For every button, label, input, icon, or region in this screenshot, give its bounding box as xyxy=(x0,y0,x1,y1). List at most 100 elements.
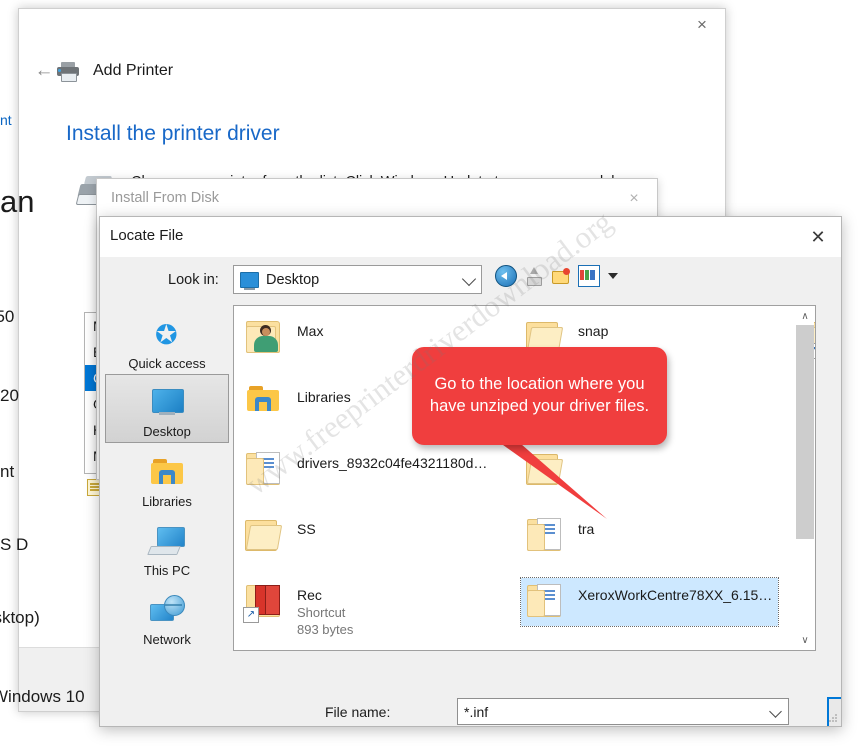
file-item-text: SS xyxy=(297,515,316,537)
back-icon[interactable] xyxy=(495,265,517,287)
file-item-hitbox[interactable]: ↗ Rec Shortcut 893 bytes xyxy=(240,578,359,640)
file-item-hitbox[interactable]: tra xyxy=(521,512,600,560)
pc-icon xyxy=(147,525,187,559)
file-list-item[interactable] xyxy=(515,442,796,508)
places-bar: ✪ Quick access Desktop Libraries This PC Netw… xyxy=(105,305,229,649)
file-item-name: drivers_8932c04fe4321180d… xyxy=(297,455,488,471)
file-item-hitbox[interactable]: drivers_8932c04fe4321180d… xyxy=(240,446,493,494)
place-item-libraries[interactable]: Libraries xyxy=(105,443,229,512)
folder-icon xyxy=(243,515,289,557)
file-item-name: tra xyxy=(578,521,595,537)
file-item-name: XeroxWorkCentre78XX_6.15… xyxy=(578,587,773,603)
folder-doc-icon xyxy=(524,581,570,623)
folder-icon xyxy=(524,449,570,491)
printer-icon xyxy=(57,62,79,82)
dialog-title: Locate File xyxy=(110,227,184,244)
clipped-text-fragment: S D xyxy=(0,535,29,554)
place-item-label: This PC xyxy=(143,563,191,578)
close-icon[interactable]: × xyxy=(679,9,725,41)
look-in-value: Desktop xyxy=(266,271,320,288)
file-item-text: tra xyxy=(578,515,594,537)
file-item-name: Libraries xyxy=(297,389,351,405)
file-item-name: SS xyxy=(297,521,316,537)
close-icon[interactable]: ✕ xyxy=(795,217,841,257)
chevron-down-icon[interactable] xyxy=(769,705,782,718)
file-item-text: Rec Shortcut 893 bytes xyxy=(297,581,353,637)
file-list-item[interactable]: XeroxWorkCentre78XX_6.15… xyxy=(515,574,796,640)
clipped-text-fragment: an xyxy=(0,184,35,219)
desktop-monitor-icon xyxy=(240,271,259,290)
file-item-hitbox[interactable]: SS xyxy=(240,512,322,560)
scrollbar-thumb[interactable] xyxy=(796,325,814,539)
library-icon xyxy=(243,383,289,425)
file-item-size: 893 bytes xyxy=(297,622,354,637)
file-item-text: snap xyxy=(578,317,608,339)
clipped-text-fragment: Windows 10 xyxy=(0,687,85,706)
back-arrow-icon[interactable]: ← xyxy=(31,58,57,84)
add-printer-title: Add Printer xyxy=(93,62,174,79)
file-name-input[interactable]: *.inf xyxy=(457,698,789,725)
clipped-text-fragment: esktop) xyxy=(0,608,40,627)
page-title: Install the printer driver xyxy=(66,122,280,145)
file-item-hitbox[interactable]: Libraries xyxy=(240,380,357,428)
monitor-icon xyxy=(147,386,187,420)
chevron-down-icon[interactable] xyxy=(461,271,477,287)
chevron-down-icon[interactable] xyxy=(608,273,618,279)
look-in-combobox[interactable]: Desktop xyxy=(233,265,482,294)
file-item-hitbox[interactable] xyxy=(521,446,584,494)
scroll-down-arrow-icon[interactable]: ∨ xyxy=(796,631,814,649)
up-folder-icon[interactable] xyxy=(524,266,544,286)
place-item-desktop[interactable]: Desktop xyxy=(105,374,229,443)
install-from-disk-title: Install From Disk xyxy=(111,190,219,206)
look-in-label: Look in: xyxy=(168,272,219,288)
locate-file-dialog: Locate File ✕ Look in: Desktop ✪ Quick ac… xyxy=(99,216,842,727)
clipped-text-fragment: nt xyxy=(0,462,15,481)
file-name-value: *.inf xyxy=(464,703,489,720)
film-icon: ↗ xyxy=(243,581,289,623)
file-item-name: Rec xyxy=(297,587,322,603)
file-item-text: drivers_8932c04fe4321180d… xyxy=(297,449,487,471)
place-item-label: Quick access xyxy=(128,356,206,371)
close-icon[interactable]: × xyxy=(611,179,657,219)
file-item-type: Shortcut xyxy=(297,605,346,620)
place-item-network[interactable]: Network xyxy=(105,581,229,650)
file-list-item[interactable]: ↗ Rec Shortcut 893 bytes xyxy=(234,574,515,640)
shortcut-badge-icon: ↗ xyxy=(243,607,259,623)
library-icon xyxy=(147,456,187,490)
file-item-hitbox[interactable]: Max xyxy=(240,314,329,362)
file-item-text: Libraries xyxy=(297,383,351,405)
star-icon: ✪ xyxy=(155,320,178,350)
views-icon[interactable] xyxy=(578,265,600,287)
locate-file-body: Look in: Desktop ✪ Quick access Desktop Lib… xyxy=(100,257,841,726)
folder-doc-icon xyxy=(243,449,289,491)
add-printer-header: ← Add Printer xyxy=(19,51,725,91)
file-item-text: Max xyxy=(297,317,323,339)
clipped-text-fragment: 550 xyxy=(0,307,15,326)
scrollbar[interactable]: ∧ ∨ xyxy=(796,307,814,649)
file-list-item[interactable]: tra xyxy=(515,508,796,574)
folder-person-icon xyxy=(243,317,289,359)
place-item-label: Libraries xyxy=(142,494,192,509)
instruction-callout: Go to the location where you have unzipe… xyxy=(412,347,667,445)
file-item-name: snap xyxy=(578,323,609,339)
file-item-hitbox[interactable]: XeroxWorkCentre78XX_6.15… xyxy=(519,577,780,627)
install-from-disk-titlebar: Install From Disk × xyxy=(97,179,657,219)
clipped-text-fragment: 20 xyxy=(0,386,19,405)
file-item-text: XeroxWorkCentre78XX_6.15… xyxy=(578,581,772,603)
look-in-row: Look in: Desktop xyxy=(100,257,841,305)
locate-file-titlebar: Locate File ✕ xyxy=(100,217,841,258)
new-folder-icon[interactable] xyxy=(551,266,571,286)
callout-text: Go to the location where you have unzipe… xyxy=(429,375,650,415)
place-item-label: Desktop xyxy=(143,424,191,439)
resize-grip[interactable] xyxy=(828,713,838,723)
file-list-item[interactable]: SS xyxy=(234,508,515,574)
dialog-toolbar xyxy=(495,265,618,287)
place-item-this-pc[interactable]: This PC xyxy=(105,512,229,581)
file-name-label: File name: xyxy=(325,704,391,720)
folder-doc-icon xyxy=(524,515,570,557)
scroll-up-arrow-icon[interactable]: ∧ xyxy=(796,307,814,325)
clipped-text-fragment: nt xyxy=(0,112,12,128)
place-item-quick-access[interactable]: ✪ Quick access xyxy=(105,305,229,374)
file-list-item[interactable]: drivers_8932c04fe4321180d… xyxy=(234,442,515,508)
place-item-label: Network xyxy=(143,632,191,647)
